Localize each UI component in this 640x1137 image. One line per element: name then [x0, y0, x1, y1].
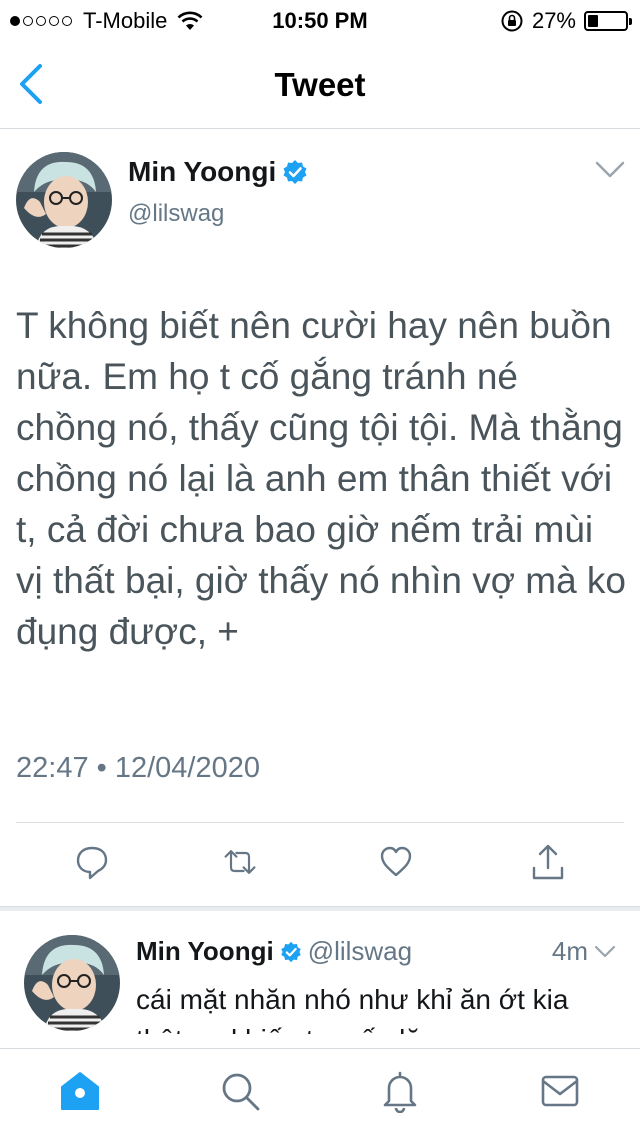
chevron-down-icon[interactable]	[594, 160, 626, 180]
messages-icon[interactable]	[538, 1069, 582, 1113]
tweet-timestamp: 22:47 • 12/04/2020	[16, 752, 260, 784]
author-name[interactable]: Min Yoongi	[128, 156, 276, 188]
chevron-down-icon[interactable]	[594, 945, 616, 959]
verified-badge-icon	[283, 160, 307, 184]
reply-author-avatar[interactable]	[24, 935, 120, 1031]
home-icon[interactable]	[58, 1069, 102, 1113]
tweet-text: T không biết nên cười hay nên buồn nữa. …	[16, 305, 627, 652]
divider	[16, 822, 624, 823]
author-handle[interactable]: @lilswag	[128, 200, 224, 228]
reply-text[interactable]: cái mặt nhăn nhó như khỉ ăn ớt kia thật …	[136, 980, 616, 1034]
reply-time: 4m	[551, 936, 588, 966]
page-title: Tweet	[274, 66, 366, 103]
status-right: 27%	[500, 8, 632, 34]
tweet-actions	[0, 842, 640, 888]
battery-level	[588, 15, 598, 27]
section-separator	[0, 906, 640, 911]
battery-percent: 27%	[531, 8, 576, 33]
rotation-lock-icon	[501, 10, 523, 32]
battery-icon	[584, 11, 632, 31]
like-icon[interactable]	[378, 842, 414, 882]
retweet-icon[interactable]	[222, 842, 258, 882]
notifications-icon[interactable]	[378, 1069, 422, 1113]
reply-header: Min Yoongi @lilswag 4m	[136, 936, 616, 967]
author-row: Min Yoongi	[128, 156, 308, 188]
status-bar: T-Mobile 10:50 PM 27%	[0, 0, 640, 40]
share-icon[interactable]	[530, 842, 566, 882]
reply-author-handle[interactable]: @lilswag	[308, 936, 412, 967]
search-icon[interactable]	[218, 1069, 262, 1113]
author-avatar[interactable]	[16, 152, 112, 248]
reply-author-name[interactable]: Min Yoongi	[136, 936, 274, 967]
tab-bar	[0, 1048, 640, 1137]
verified-badge-icon	[280, 941, 301, 962]
nav-bar: Tweet	[0, 40, 640, 129]
reply-icon[interactable]	[74, 842, 110, 882]
